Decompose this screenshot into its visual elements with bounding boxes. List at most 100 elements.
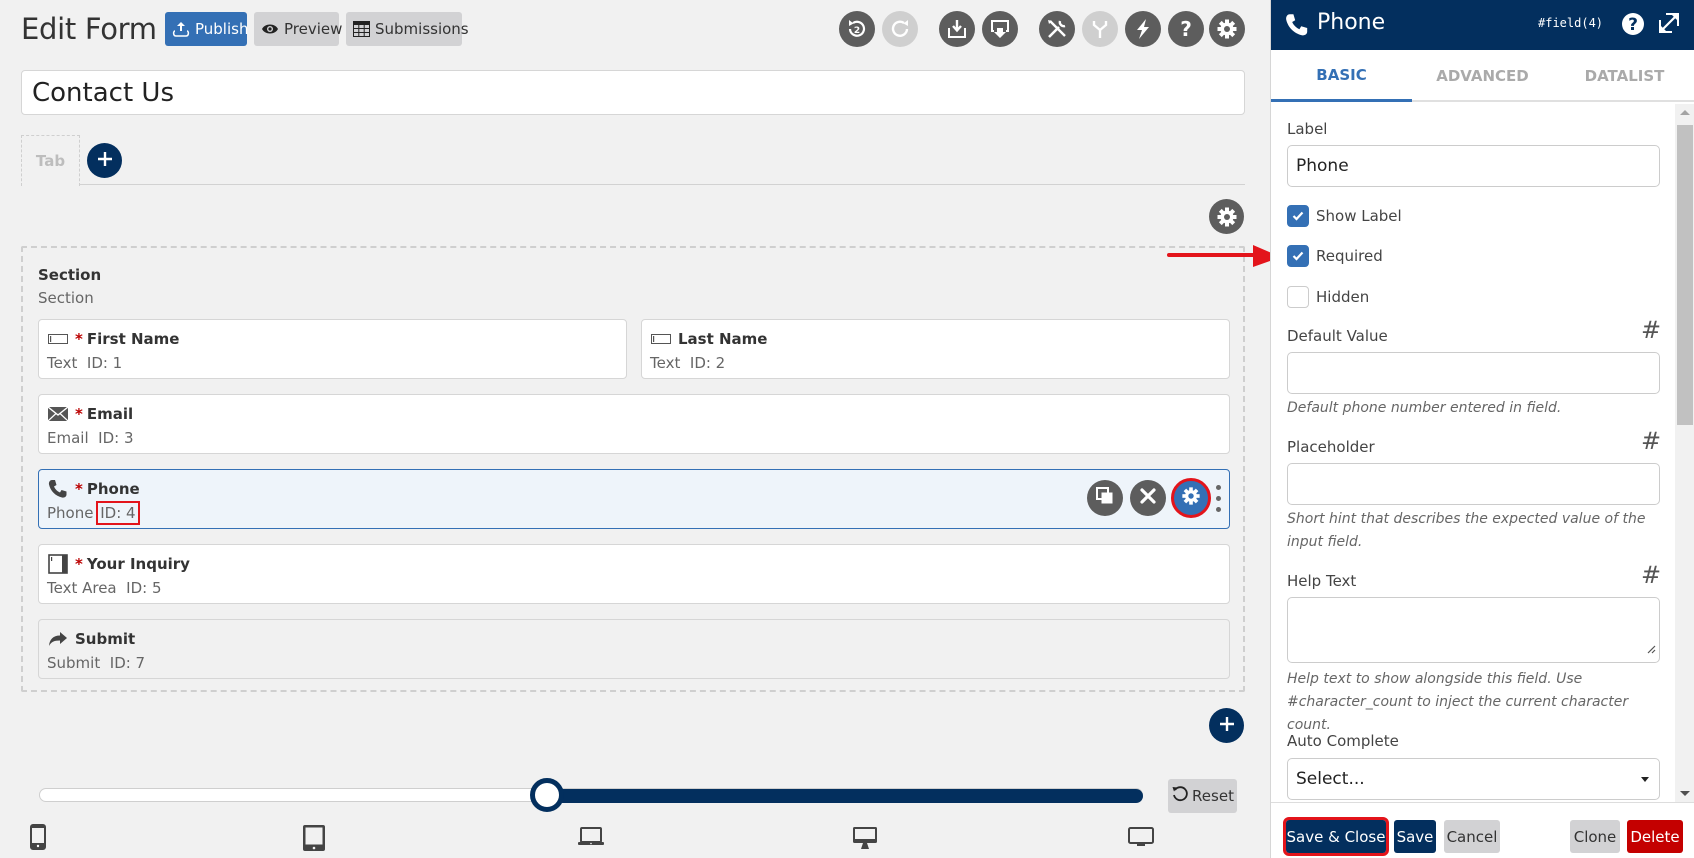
settings-button[interactable]: [1209, 11, 1245, 47]
required-marker: *: [75, 405, 83, 423]
label-input[interactable]: Phone: [1287, 145, 1660, 187]
add-section-button[interactable]: [1209, 708, 1244, 743]
hidden-checkbox[interactable]: Hidden: [1287, 286, 1369, 308]
required-marker: *: [75, 480, 83, 498]
auto-complete-select[interactable]: Select...: [1287, 758, 1660, 800]
auto-complete-label: Auto Complete: [1287, 732, 1399, 750]
submissions-label: Submissions: [375, 20, 469, 38]
panel-scrollbar[interactable]: [1675, 104, 1694, 802]
field-label: First Name: [86, 330, 180, 348]
field-submit[interactable]: Submit Submit ID: 7: [38, 619, 1230, 679]
field-last-name[interactable]: Last Name Text ID: 2: [641, 319, 1230, 379]
publish-button[interactable]: Publish: [165, 12, 248, 46]
field-label: Phone: [86, 480, 140, 498]
scroll-up-arrow[interactable]: [1680, 110, 1690, 115]
tab-advanced[interactable]: ADVANCED: [1412, 50, 1553, 102]
tab-settings-button[interactable]: [1209, 199, 1244, 234]
panel-body: Label Phone Show Label Required Hidden D…: [1271, 104, 1675, 802]
resize-grip-icon[interactable]: [1646, 639, 1656, 659]
field-first-name[interactable]: * First Name Text ID: 1: [38, 319, 627, 379]
checkbox-label: Required: [1316, 247, 1383, 265]
svg-text:?: ?: [1628, 15, 1638, 35]
undo-button[interactable]: 2: [839, 11, 875, 47]
laptop-icon[interactable]: [578, 827, 604, 851]
cancel-button[interactable]: Cancel: [1444, 820, 1500, 853]
fork-icon: [1089, 18, 1111, 40]
desktop-icon[interactable]: [852, 826, 878, 854]
add-tab-button[interactable]: [87, 143, 122, 178]
copy-icon: [1095, 486, 1115, 510]
field-phone[interactable]: * Phone Phone ID: 4: [38, 469, 1230, 529]
scroll-thumb[interactable]: [1677, 125, 1693, 425]
field-id: ID: 3: [98, 429, 134, 447]
field-email[interactable]: * Email Email ID: 3: [38, 394, 1230, 454]
tools-icon: [1045, 17, 1069, 41]
lightning-icon: [1133, 18, 1153, 40]
chevron-down-icon: [1641, 777, 1649, 782]
scroll-down-arrow[interactable]: [1680, 791, 1690, 796]
submissions-button[interactable]: Submissions: [346, 12, 469, 46]
gear-icon: [1181, 486, 1201, 510]
help-icon[interactable]: ?: [1621, 12, 1645, 40]
help-text-textarea[interactable]: [1287, 597, 1660, 663]
checkbox-unchecked[interactable]: [1287, 286, 1309, 308]
form-tab[interactable]: Tab: [21, 135, 80, 186]
placeholder-hint: Short hint that describes the expected v…: [1287, 511, 1646, 550]
plus-icon: [96, 150, 114, 172]
delete-field-button[interactable]: [1130, 480, 1166, 516]
required-checkbox[interactable]: Required: [1287, 245, 1383, 267]
tablet-icon[interactable]: [302, 824, 326, 856]
field-your-inquiry[interactable]: * Your Inquiry Text Area ID: 5: [38, 544, 1230, 604]
hash-variable-icon[interactable]: #: [1641, 561, 1661, 589]
field-type: Email: [47, 429, 89, 447]
duplicate-field-button[interactable]: [1087, 480, 1123, 516]
placeholder-input[interactable]: [1287, 463, 1660, 505]
text-field-icon: [650, 330, 672, 348]
tab-datalist[interactable]: DATALIST: [1554, 50, 1694, 102]
mobile-icon[interactable]: [30, 824, 46, 854]
export-button[interactable]: [982, 11, 1018, 47]
phone-icon: [1285, 13, 1309, 41]
show-label-checkbox[interactable]: Show Label: [1287, 205, 1402, 227]
clone-button[interactable]: Clone: [1570, 820, 1620, 853]
required-marker: *: [75, 555, 83, 573]
help-text-label: Help Text: [1287, 572, 1357, 590]
redo-button[interactable]: [882, 11, 918, 47]
checkbox-checked[interactable]: [1287, 245, 1309, 267]
field-type: Text: [650, 354, 681, 372]
drag-handle[interactable]: [1215, 484, 1221, 512]
field-settings-button[interactable]: [1171, 478, 1211, 518]
preview-button[interactable]: Preview: [254, 12, 342, 46]
annotation-arrow: [1167, 245, 1282, 273]
text-field-icon: [47, 330, 69, 348]
help-button[interactable]: ?: [1168, 11, 1204, 47]
tab-basic[interactable]: BASIC: [1271, 50, 1412, 102]
panel-footer: Save & Close Save Cancel Clone Delete: [1271, 802, 1694, 858]
redo-icon: [888, 17, 912, 41]
hash-variable-icon[interactable]: #: [1641, 427, 1661, 455]
field-reference[interactable]: #field(4): [1538, 16, 1603, 30]
default-value-input[interactable]: [1287, 352, 1660, 394]
envelope-icon: [47, 405, 69, 423]
large-screen-icon[interactable]: [1128, 827, 1154, 851]
field-label: Submit: [75, 630, 136, 648]
checkbox-label: Hidden: [1316, 288, 1370, 306]
save-and-close-button[interactable]: Save & Close: [1283, 817, 1389, 856]
checkbox-checked[interactable]: [1287, 205, 1309, 227]
cloud-upload-icon: [172, 20, 190, 38]
lightning-button[interactable]: [1125, 11, 1161, 47]
reset-breakpoint-button[interactable]: Reset: [1168, 779, 1237, 813]
hash-variable-icon[interactable]: #: [1641, 316, 1661, 344]
tools-button[interactable]: [1039, 11, 1075, 47]
phone-icon: [47, 480, 69, 498]
breakpoint-slider-thumb[interactable]: [529, 778, 564, 812]
save-button[interactable]: Save: [1394, 820, 1436, 853]
form-name-input[interactable]: Contact Us: [21, 70, 1245, 115]
share-arrow-icon: [47, 630, 69, 648]
delete-button[interactable]: Delete: [1627, 820, 1683, 853]
fork-button[interactable]: [1082, 11, 1118, 47]
expand-icon[interactable]: [1658, 11, 1680, 39]
form-section[interactable]: Section Section * First Name Text ID: 1 …: [21, 246, 1245, 692]
table-icon: [353, 21, 370, 37]
import-button[interactable]: [939, 11, 975, 47]
